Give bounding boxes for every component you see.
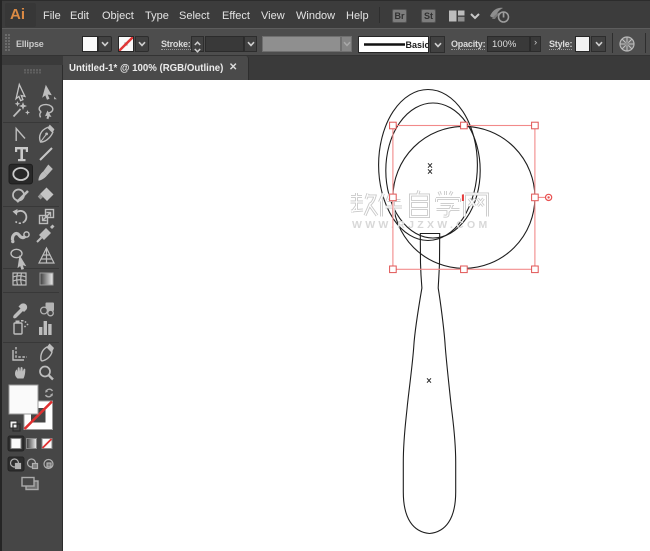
- svg-text:Basic: Basic: [406, 40, 429, 50]
- svg-text:WWW.RJZXW.COM: WWW.RJZXW.COM: [352, 219, 491, 231]
